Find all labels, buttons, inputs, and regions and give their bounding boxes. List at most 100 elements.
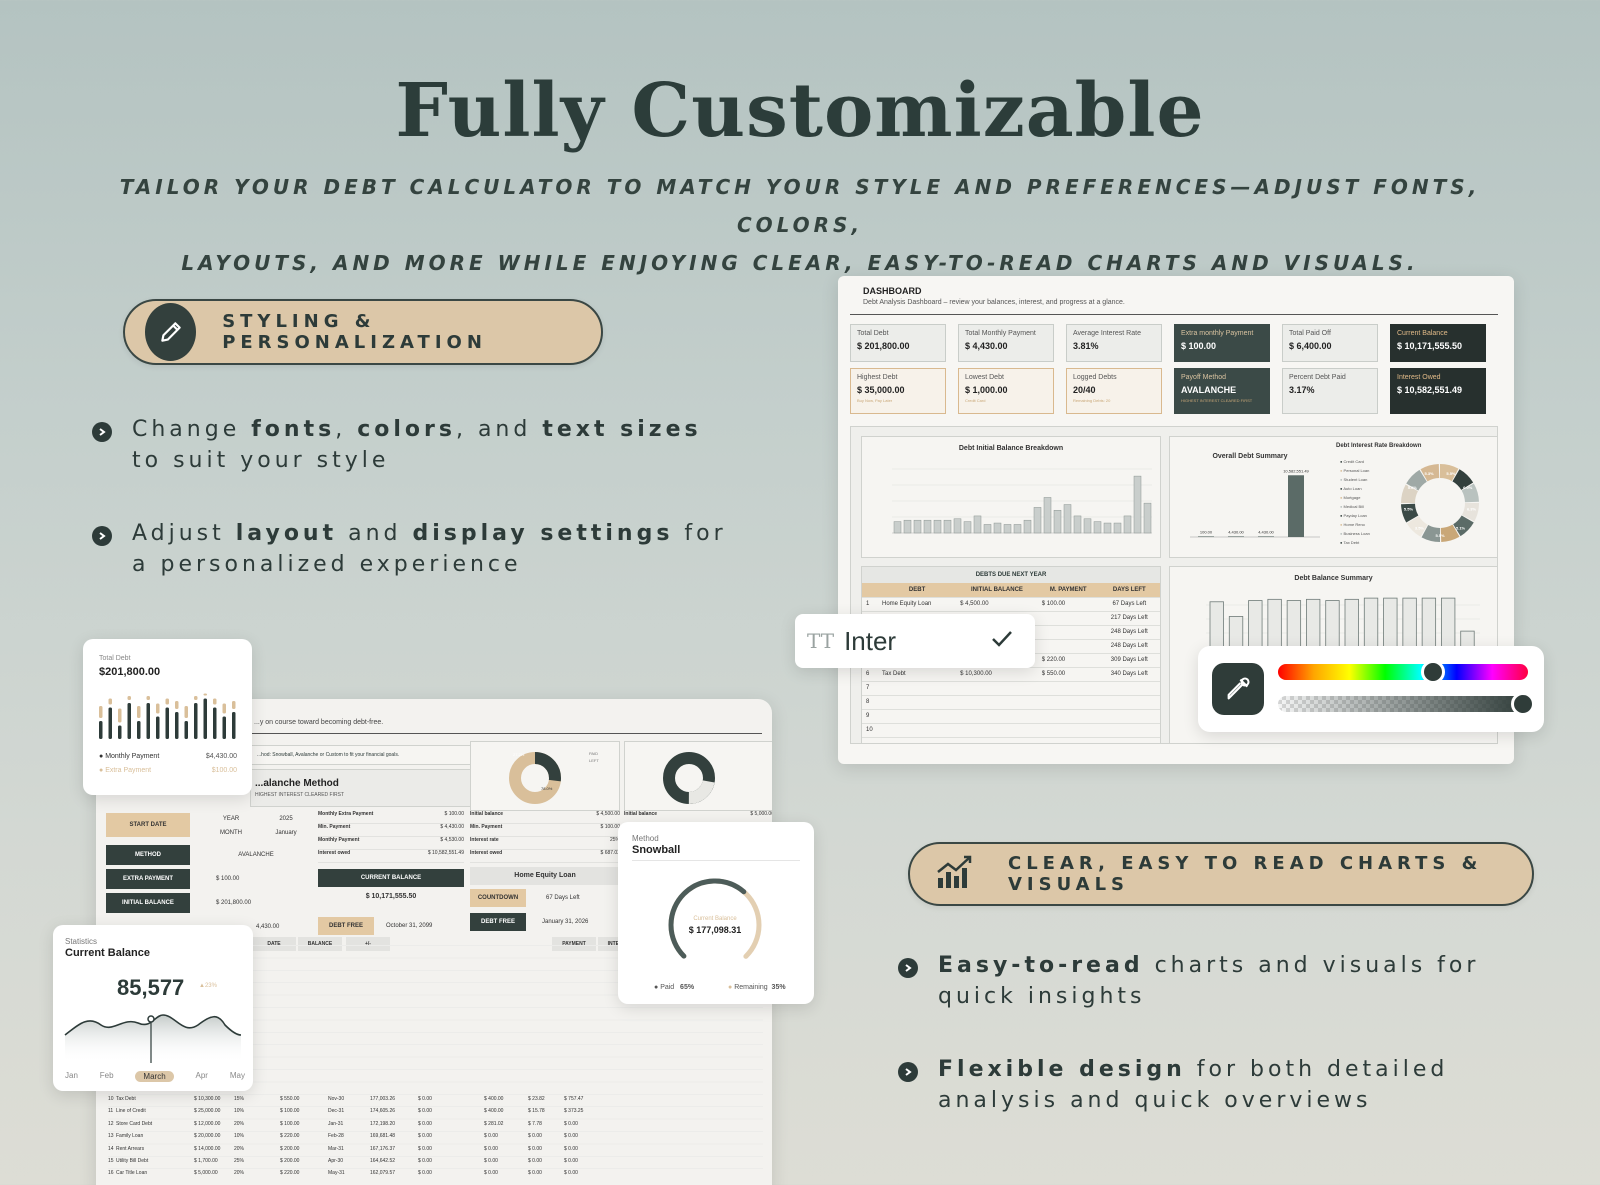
chart-bar bbox=[1093, 521, 1102, 534]
interest-title: Debt Interest Rate Breakdown bbox=[1336, 443, 1422, 449]
legend-item: ● Tax Debt bbox=[1340, 540, 1360, 545]
month-axis: Jan Feb March Apr May bbox=[65, 1071, 245, 1082]
chart-bar bbox=[127, 703, 131, 739]
summary-row: Min. Payment $ 100.00 bbox=[470, 824, 620, 837]
color-picker[interactable] bbox=[1198, 646, 1544, 732]
total-debt-chart bbox=[99, 693, 236, 739]
loan-debt-free-label: DEBT FREE bbox=[470, 913, 526, 931]
chevron-right-icon bbox=[898, 1062, 918, 1082]
donut-label: 5.5% bbox=[1404, 507, 1414, 512]
countdown-value: 67 Days Left bbox=[546, 895, 580, 901]
hue-slider[interactable] bbox=[1278, 660, 1528, 684]
chart-bar bbox=[1460, 630, 1475, 648]
extra-payment-value[interactable]: $ 100.00 bbox=[216, 876, 316, 882]
styling-bullet-1: Change fonts, colors, and text sizes to … bbox=[92, 414, 732, 476]
loan-donut-panel: 27.2% 78.0% PAID LEFT bbox=[470, 741, 620, 811]
chart-bar bbox=[1083, 518, 1092, 534]
summary-row: Monthly Payment $ 4,530.00 bbox=[318, 837, 464, 850]
chart-bar bbox=[108, 707, 112, 739]
chart-bar bbox=[1113, 522, 1122, 534]
chart-bar bbox=[953, 518, 962, 534]
breakdown-title: Debt Initial Balance Breakdown bbox=[958, 445, 1064, 452]
total-debt-card: Total Debt $201,800.00 ● Monthly Payment… bbox=[83, 639, 252, 795]
chart-bar bbox=[1421, 597, 1437, 648]
month-tick[interactable]: May bbox=[230, 1071, 245, 1082]
chart-bar bbox=[1198, 536, 1214, 537]
loan2-donut-panel bbox=[624, 741, 772, 811]
charts-bullet-2: Flexible design for both detailed analys… bbox=[898, 1054, 1498, 1116]
overall-panel: Overall Debt Summary Debt Interest Rate … bbox=[1169, 436, 1498, 558]
dashboard-title: DASHBOARD bbox=[863, 286, 922, 296]
donut-label-a: 27.2% bbox=[513, 752, 525, 757]
tracker-intro: ...y on course toward becoming debt-free… bbox=[254, 719, 384, 726]
kpi-card: Lowest Debt $ 1,000.00 Credit Card bbox=[958, 368, 1054, 414]
table-row: 11 Line of Credit $ 25,000.00 10% $ 100.00 De… bbox=[108, 1108, 584, 1115]
donut-label: 5.1% bbox=[1456, 526, 1466, 531]
table-row: 8 bbox=[862, 695, 1160, 710]
chevron-right-icon bbox=[92, 526, 112, 546]
summary-row: Min. Payment $ 4,430.00 bbox=[318, 824, 464, 837]
year-value[interactable]: 2025 bbox=[256, 816, 316, 822]
donut-label: 6.0% bbox=[1463, 485, 1473, 490]
chevron-right-icon bbox=[92, 422, 112, 442]
kpi-card: Percent Debt Paid 3.17% bbox=[1282, 368, 1378, 414]
current-balance-value: $ 10,171,555.50 bbox=[365, 893, 417, 900]
remaining-legend: ● Remaining 35% bbox=[728, 984, 786, 991]
table-row: 16 Car Title Loan $ 5,000.00 20% $ 220.00 May… bbox=[108, 1170, 578, 1177]
total-debt-legend-1: ● Monthly Payment $4,430.00 bbox=[99, 753, 237, 760]
month-tick[interactable]: Apr bbox=[196, 1071, 208, 1082]
interest-donut: 5.5% 6.0% 6.3% 5.1% 5.5% 3.5% 5.5% 5.0% 5.3% bbox=[1401, 463, 1479, 542]
table-row: 13 Family Loan $ 20,000.00 10% $ 220.00 Feb-2… bbox=[108, 1133, 578, 1140]
month-tick[interactable]: Feb bbox=[100, 1071, 114, 1082]
chart-bar bbox=[203, 698, 207, 739]
hue-slider-thumb[interactable] bbox=[1421, 660, 1445, 684]
chart-bar bbox=[1267, 598, 1282, 648]
chart-bar bbox=[993, 522, 1002, 534]
dashboard-subtitle: Debt Analysis Dashboard – review your ba… bbox=[863, 299, 1125, 306]
chart-bar bbox=[1143, 502, 1152, 534]
table-row: 14 Rent Arrears $ 14,000.00 20% $ 200.00 Mar-… bbox=[108, 1145, 578, 1152]
chart-bar bbox=[232, 712, 236, 739]
font-picker[interactable]: TT Inter bbox=[795, 614, 1035, 668]
chart-bar bbox=[137, 721, 141, 739]
chart-bar bbox=[1383, 597, 1398, 648]
legend-item: ● Home Reno bbox=[1340, 522, 1365, 527]
alpha-slider[interactable] bbox=[1278, 692, 1535, 716]
chart-bar bbox=[1286, 600, 1302, 648]
month-value[interactable]: January bbox=[256, 830, 316, 836]
bar-chart-icon bbox=[936, 854, 974, 895]
kpi-card: Logged Debts 20/40 Remaining Debts: 20 bbox=[1066, 368, 1162, 414]
kpi-card: Average Interest Rate 3.81% bbox=[1066, 324, 1162, 362]
donut-label: 5.0% bbox=[1408, 485, 1418, 490]
legend-item: ● Mortgage bbox=[1340, 495, 1361, 500]
legend-item: ● Credit Card bbox=[1340, 459, 1364, 464]
month-tick[interactable]: Jan bbox=[65, 1071, 78, 1082]
countdown-label: COUNTDOWN bbox=[470, 889, 526, 907]
chart-bar bbox=[973, 515, 982, 534]
extra-payment-label: EXTRA PAYMENT bbox=[106, 869, 190, 889]
chart-bar bbox=[1258, 536, 1274, 537]
eyedropper-icon[interactable] bbox=[1212, 663, 1264, 715]
legend-item: ● Medical Bill bbox=[1340, 504, 1364, 509]
pencil-icon bbox=[145, 303, 197, 361]
summary-row: Monthly Extra Payment $ 100.00 bbox=[318, 811, 464, 824]
chart-bar bbox=[1306, 598, 1321, 648]
month-tick[interactable]: March bbox=[135, 1071, 174, 1082]
page-subtitle: TAILOR YOUR DEBT CALCULATOR TO MATCH YOU… bbox=[80, 168, 1520, 282]
breakdown-panel: Debt Initial Balance Breakdown bbox=[861, 436, 1161, 558]
balance-sparkline bbox=[64, 1014, 242, 1063]
chart-bar bbox=[1123, 515, 1132, 534]
data-label: 4,430.00 bbox=[1258, 529, 1274, 534]
subtitle-line-1: TAILOR YOUR DEBT CALCULATOR TO MATCH YOU… bbox=[119, 175, 1481, 237]
overall-chart: 100.00 4,430.00 4,430.00 10,582,551.49 bbox=[1190, 468, 1320, 538]
method-select[interactable]: AVALANCHE bbox=[196, 852, 316, 858]
chart-bar bbox=[1073, 515, 1082, 534]
table-row: 15 Utility Bill Debt $ 1,700.00 25% $ 200.00… bbox=[108, 1157, 578, 1164]
donut-label: 5.5% bbox=[1435, 533, 1445, 538]
kpi-card: Total Paid Off $ 6,400.00 bbox=[1282, 324, 1378, 362]
alpha-slider-thumb[interactable] bbox=[1511, 692, 1535, 716]
chart-bar bbox=[165, 707, 169, 739]
chart-bar bbox=[1228, 616, 1244, 648]
loan-rows: Initial balance $ 4,500.00 Min. Payment $ 1… bbox=[470, 811, 620, 863]
data-label: 100.00 bbox=[1200, 529, 1213, 534]
